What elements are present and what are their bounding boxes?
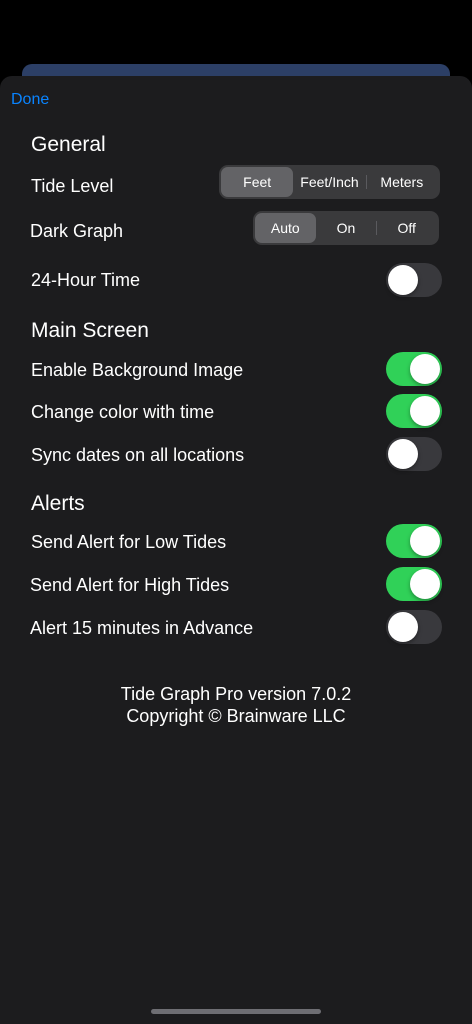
low-tides-toggle[interactable] (386, 524, 442, 558)
toggle-knob (410, 396, 440, 426)
dark-graph-label: Dark Graph (30, 221, 124, 241)
bg-image-label: Enable Background Image (31, 360, 244, 380)
home-indicator (151, 1009, 321, 1014)
sync-dates-label: Sync dates on all locations (31, 445, 245, 465)
section-title-general: General (31, 133, 106, 156)
toggle-knob (410, 526, 440, 556)
version-text: Tide Graph Pro version 7.0.2 (120, 684, 352, 704)
bg-image-toggle[interactable] (386, 352, 442, 386)
toggle-knob (388, 612, 418, 642)
dark-graph-option-auto[interactable]: Auto (255, 213, 316, 243)
low-tides-label: Send Alert for Low Tides (31, 532, 227, 552)
tide-level-segmented-control: Feet Feet/Inch Meters (219, 165, 440, 199)
high-tides-label: Send Alert for High Tides (30, 575, 230, 595)
tide-level-option-feet[interactable]: Feet (221, 167, 294, 197)
dark-graph-option-off[interactable]: Off (376, 213, 437, 243)
advance-label: Alert 15 minutes in Advance (30, 618, 254, 638)
color-time-label: Change color with time (31, 402, 215, 422)
hour24-toggle[interactable] (386, 263, 442, 297)
sync-dates-toggle[interactable] (386, 437, 442, 471)
toggle-knob (410, 354, 440, 384)
done-button[interactable]: Done (11, 91, 49, 109)
toggle-knob (410, 569, 440, 599)
section-title-main-screen: Main Screen (31, 319, 149, 342)
tide-level-option-meters[interactable]: Meters (365, 167, 438, 197)
hour24-label: 24-Hour Time (31, 270, 141, 290)
high-tides-toggle[interactable] (386, 567, 442, 601)
toggle-knob (388, 265, 418, 295)
tide-level-label: Tide Level (31, 176, 114, 196)
settings-sheet: Done General Tide Level Feet Feet/Inch M… (0, 76, 472, 1024)
dark-graph-segmented-control: Auto On Off (253, 211, 439, 245)
copyright-text: Copyright © Brainware LLC (126, 706, 346, 726)
section-title-alerts: Alerts (31, 492, 85, 515)
color-time-toggle[interactable] (386, 394, 442, 428)
tide-level-option-feet-inch[interactable]: Feet/Inch (293, 167, 365, 197)
dark-graph-option-on[interactable]: On (316, 213, 377, 243)
advance-toggle[interactable] (386, 610, 442, 644)
toggle-knob (388, 439, 418, 469)
